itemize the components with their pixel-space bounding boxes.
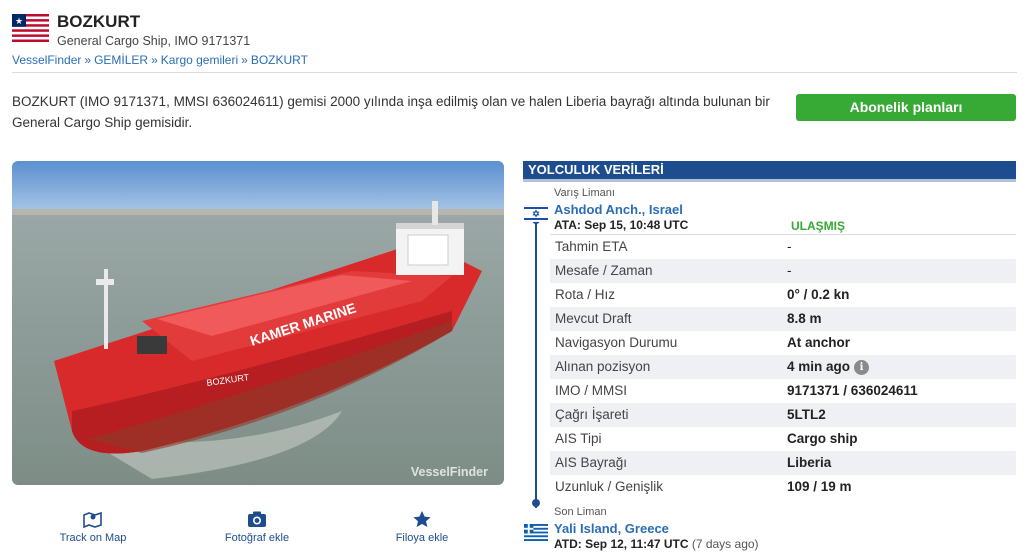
table-row: Tahmin ETA -	[550, 235, 1016, 259]
row-key: Mevcut Draft	[555, 311, 632, 326]
last-port-label: Son Liman	[554, 506, 607, 518]
row-key: Uzunluk / Genişlik	[555, 479, 664, 494]
destination-port: Varış Limanı Ashdod Anch., Israel ATA: S…	[523, 185, 1016, 235]
voyage-timeline	[535, 210, 537, 508]
row-key: IMO / MMSI	[555, 383, 627, 398]
table-row: AIS Tipi Cargo ship	[550, 427, 1016, 451]
description-line: General Cargo Ship gemisidir.	[12, 115, 193, 130]
subscription-plans-button[interactable]: Abonelik planları	[796, 94, 1016, 121]
table-row: IMO / MMSI 9171371 / 636024611	[550, 379, 1016, 403]
vessel-photo[interactable]: KAMER MARINE BOZKURT VesselFinder	[12, 161, 504, 485]
breadcrumb-ships[interactable]: GEMİLER	[94, 53, 148, 67]
destination-port-link[interactable]: Ashdod Anch., Israel	[554, 202, 683, 217]
page-header: ★ BOZKURT General Cargo Ship, IMO 917137…	[12, 10, 1017, 73]
row-value: 8.8 m	[787, 311, 822, 326]
liberia-flag-icon: ★	[12, 14, 49, 42]
row-value: 4 min ago i	[787, 355, 870, 379]
track-on-map-button[interactable]: Track on Map	[18, 510, 168, 544]
table-row: Çağrı İşareti 5LTL2	[550, 403, 1016, 427]
svg-text:★: ★	[15, 17, 23, 27]
table-row: Alınan pozisyon 4 min ago i	[550, 355, 1016, 379]
vessel-photo-illustration: KAMER MARINE BOZKURT	[12, 161, 504, 485]
row-key: Navigasyon Durumu	[555, 335, 678, 350]
breadcrumb-current-vessel[interactable]: BOZKURT	[251, 53, 308, 67]
row-value: 109 / 19 m	[787, 479, 852, 494]
photo-watermark: VesselFinder	[410, 465, 488, 479]
departure-time: ATD: Sep 12, 11:47 UTC	[554, 537, 689, 551]
breadcrumb-separator: »	[84, 53, 92, 67]
row-key: Tahmin ETA	[555, 239, 628, 254]
vessel-actions: Track on Map Fotoğraf ekle Filoya ekle	[12, 510, 504, 550]
vessel-title: BOZKURT	[57, 12, 141, 31]
destination-label: Varış Limanı	[554, 187, 615, 199]
breadcrumb-vesselfinder[interactable]: VesselFinder	[12, 53, 81, 67]
greece-flag-icon	[524, 524, 548, 541]
row-key: Mesafe / Zaman	[555, 263, 653, 278]
row-value: 5LTL2	[787, 407, 826, 422]
row-value: Cargo ship	[787, 431, 858, 446]
vessel-subtitle: General Cargo Ship, IMO 9171371	[57, 34, 251, 48]
star-icon	[413, 511, 431, 527]
add-photo-label: Fotoğraf ekle	[224, 532, 290, 544]
track-on-map-label: Track on Map	[59, 532, 127, 544]
table-row: Navigasyon Durumu At anchor	[550, 331, 1016, 355]
row-key: Rota / Hız	[555, 287, 616, 302]
row-value: 9171371 / 636024611	[787, 383, 918, 398]
destination-arrival-time: ATA: Sep 15, 10:48 UTC	[554, 218, 689, 232]
last-port-link[interactable]: Yali Island, Greece	[554, 521, 669, 536]
breadcrumb-separator: »	[241, 53, 248, 67]
table-row: AIS Bayrağı Liberia	[550, 451, 1016, 475]
vessel-description: BOZKURT (IMO 9171371, MMSI 636024611) ge…	[12, 91, 787, 133]
arrival-status-badge: ULAŞMIŞ	[791, 219, 845, 233]
row-value: At anchor	[787, 335, 851, 350]
israel-flag-icon	[524, 205, 548, 222]
add-to-fleet-button[interactable]: Filoya ekle	[347, 510, 497, 544]
row-value: -	[787, 263, 792, 278]
table-row: Uzunluk / Genişlik 109 / 19 m	[550, 475, 1016, 499]
table-row: Rota / Hız 0° / 0.2 kn	[550, 283, 1016, 307]
row-key: Çağrı İşareti	[555, 407, 629, 422]
voyage-data-panel: YOLCULUK VERİLERİ Varış Limanı Ashdod An…	[523, 161, 1016, 551]
row-value: -	[787, 239, 792, 254]
row-key: AIS Bayrağı	[555, 455, 628, 470]
row-key: Alınan pozisyon	[555, 359, 651, 374]
last-port-departure: ATD: Sep 12, 11:47 UTC (7 days ago)	[554, 537, 759, 551]
info-icon[interactable]: i	[854, 360, 870, 375]
departure-ago: (7 days ago)	[691, 537, 759, 551]
breadcrumb-cargo-ships[interactable]: Kargo gemileri	[161, 53, 238, 67]
camera-icon	[248, 511, 266, 527]
add-to-fleet-label: Filoya ekle	[395, 532, 449, 544]
map-icon	[83, 511, 102, 528]
row-key: AIS Tipi	[555, 431, 602, 446]
voyage-data-heading: YOLCULUK VERİLERİ	[523, 161, 1016, 179]
row-value: 0° / 0.2 kn	[787, 287, 850, 302]
table-row: Mevcut Draft 8.8 m	[550, 307, 1016, 331]
add-photo-button[interactable]: Fotoğraf ekle	[182, 510, 332, 544]
breadcrumb: VesselFinder» GEMİLER» Kargo gemileri» BOZK…	[12, 53, 308, 67]
table-row: Mesafe / Zaman -	[550, 259, 1016, 283]
breadcrumb-separator: »	[151, 53, 158, 67]
last-port: Son Liman Yali Island, Greece ATD: Sep 1…	[523, 504, 1016, 554]
row-value: Liberia	[787, 455, 832, 470]
voyage-details-table: Tahmin ETA - Mesafe / Zaman - Rota / Hız 0°…	[550, 235, 1016, 499]
description-line: BOZKURT (IMO 9171371, MMSI 636024611) ge…	[12, 94, 770, 109]
position-received-value: 4 min ago	[787, 359, 851, 374]
